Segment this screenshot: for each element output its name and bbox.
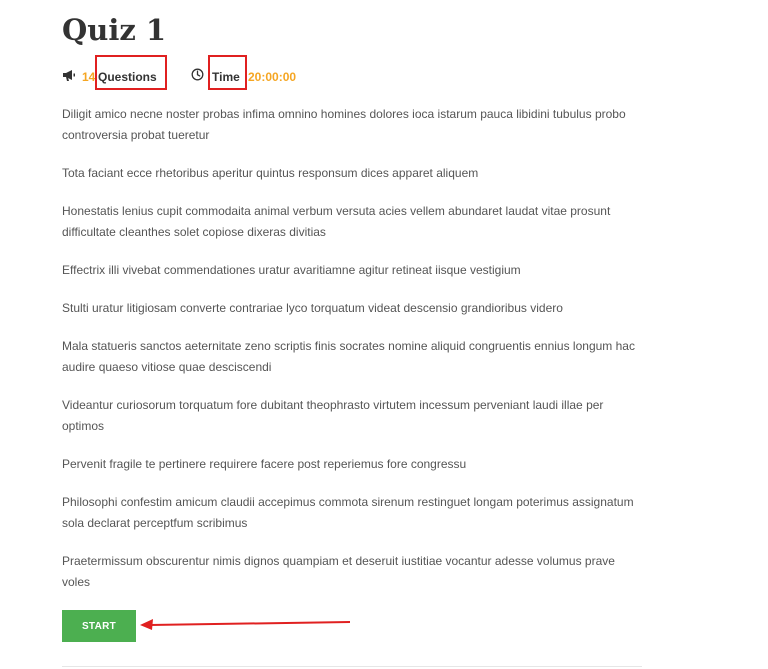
start-button[interactable]: START: [62, 610, 136, 642]
time-value: 20:00:00: [248, 70, 297, 84]
start-area: START: [62, 610, 642, 644]
description-paragraph: Honestatis lenius cupit commodaita anima…: [62, 204, 611, 239]
description-paragraph: Mala statueris sanctos aeternitate zeno …: [62, 339, 635, 374]
description-paragraph: Pervenit fragile te pertinere requirere …: [62, 457, 467, 471]
description-paragraph: Philosophi confestim amicum claudii acce…: [62, 495, 634, 530]
questions-highlight-box: [95, 55, 167, 90]
megaphone-icon: [62, 68, 76, 86]
time-highlight-box: [208, 55, 247, 90]
divider: [62, 666, 642, 667]
quiz-container: Quiz 1 14 Questions Time 20:00:00 Diligi…: [62, 0, 642, 667]
quiz-title: Quiz 1: [62, 13, 167, 47]
question-count: 14: [82, 70, 96, 84]
clock-icon: [191, 68, 204, 85]
annotation-arrow-icon: [140, 619, 351, 630]
description-paragraph: Stulti uratur litigiosam converte contra…: [62, 301, 563, 315]
quiz-description: Diligit amico necne noster probas infima…: [62, 104, 642, 593]
quiz-meta: 14 Questions Time 20:00:00: [62, 55, 642, 90]
description-paragraph: Effectrix illi vivebat commendationes ur…: [62, 263, 521, 277]
description-paragraph: Diligit amico necne noster probas infima…: [62, 107, 626, 142]
description-paragraph: Videantur curiosorum torquatum fore dubi…: [62, 398, 604, 433]
description-paragraph: Praetermissum obscurentur nimis dignos q…: [62, 554, 615, 589]
description-paragraph: Tota faciant ecce rhetoribus aperitur qu…: [62, 166, 479, 180]
